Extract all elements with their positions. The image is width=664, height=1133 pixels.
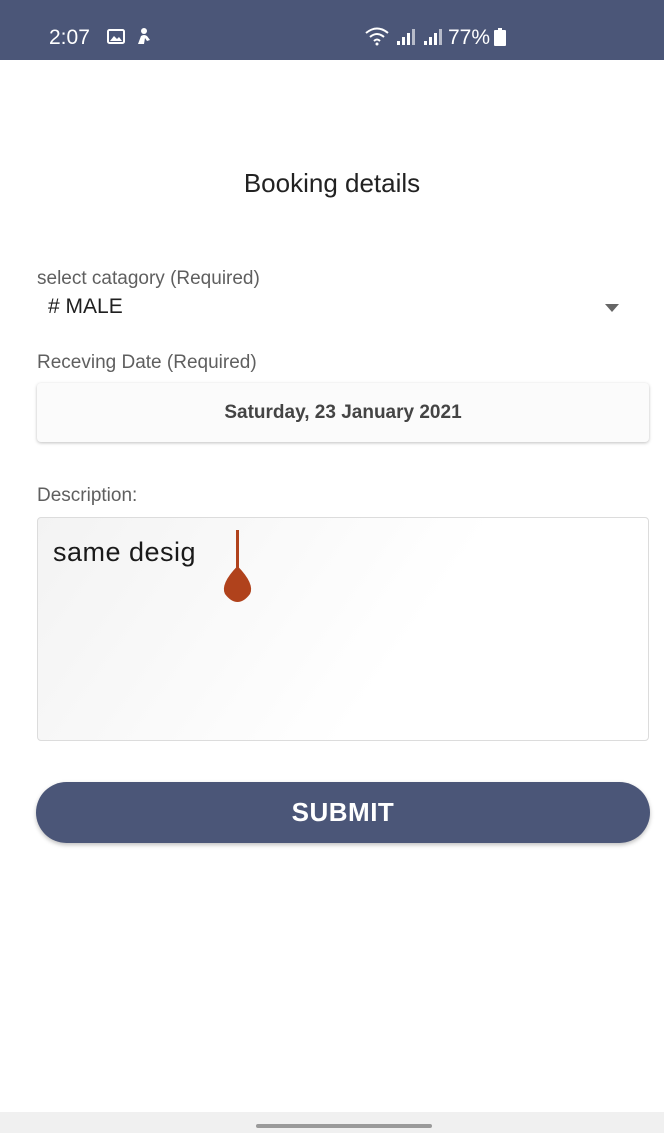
dropdown-arrow-icon[interactable] bbox=[605, 304, 619, 312]
cursor-handle-icon[interactable] bbox=[220, 566, 255, 602]
submit-label: SUBMIT bbox=[291, 797, 395, 827]
date-value: Saturday, 23 January 2021 bbox=[224, 401, 462, 423]
wifi-icon bbox=[365, 27, 389, 46]
page-title: Booking details bbox=[243, 168, 421, 198]
battery-percent: 77% bbox=[448, 26, 491, 49]
signal-icon bbox=[424, 29, 442, 45]
signal-icon bbox=[397, 29, 415, 45]
date-label: Receving Date (Required) bbox=[37, 352, 257, 373]
status-time: 2:07 bbox=[49, 26, 90, 49]
person-icon bbox=[138, 28, 150, 44]
category-dropdown[interactable]: # MALE bbox=[48, 295, 123, 319]
battery-icon bbox=[494, 28, 506, 46]
submit-button[interactable]: SUBMIT bbox=[36, 782, 650, 843]
booking-screen: 2:07 77% Booking details select catagory… bbox=[0, 0, 664, 1133]
home-indicator[interactable] bbox=[256, 1124, 432, 1128]
date-picker-button[interactable]: Saturday, 23 January 2021 bbox=[37, 383, 649, 442]
description-input[interactable]: same desig bbox=[37, 517, 649, 741]
category-label: select catagory (Required) bbox=[37, 268, 260, 289]
status-bar: 2:07 77% bbox=[0, 0, 664, 60]
gallery-icon bbox=[107, 29, 125, 44]
description-text: same desig bbox=[53, 537, 197, 567]
navigation-bar bbox=[0, 1112, 664, 1133]
description-label: Description: bbox=[37, 485, 138, 506]
